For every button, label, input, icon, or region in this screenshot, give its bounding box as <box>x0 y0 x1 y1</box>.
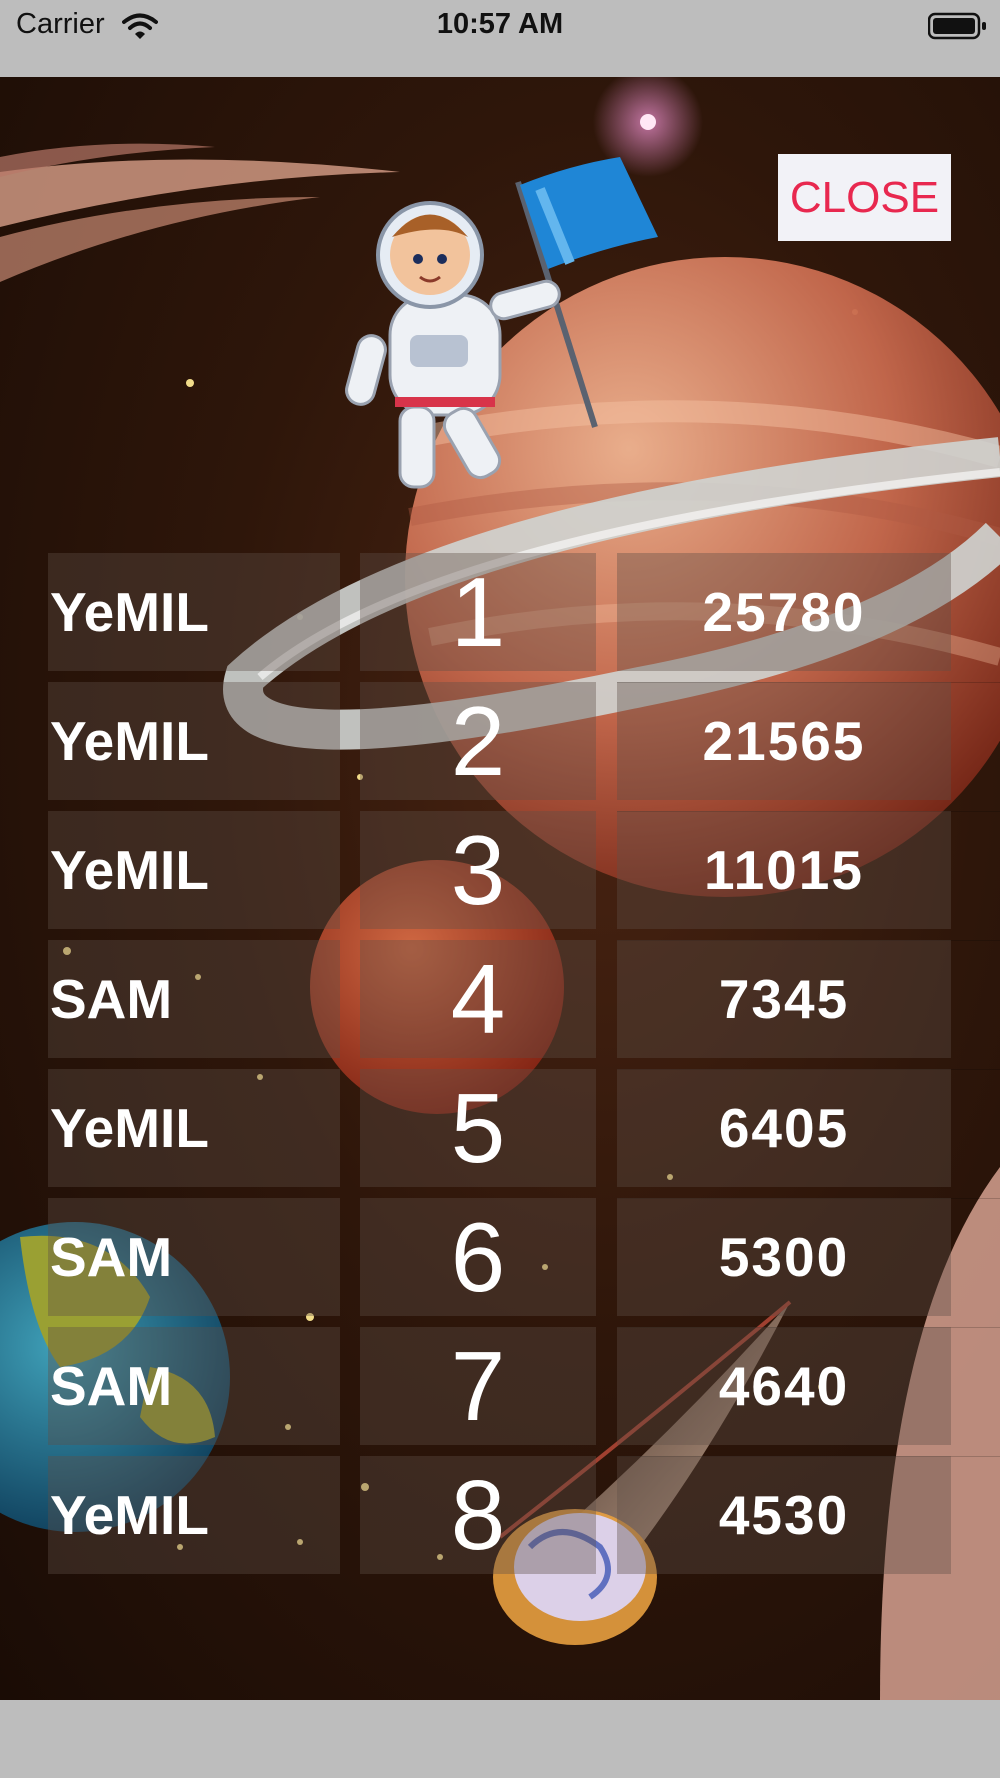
battery-icon <box>928 12 986 40</box>
player-rank: 1 <box>360 553 596 671</box>
clock: 10:57 AM <box>436 8 564 40</box>
player-name: YeMIL <box>48 553 340 671</box>
player-name: SAM <box>48 1198 340 1316</box>
player-score: 7345 <box>617 940 951 1058</box>
leaderboard-row: SAM 6 5300 <box>0 1198 1000 1316</box>
leaderboard-row: YeMIL 1 25780 <box>0 553 1000 671</box>
bottom-bar <box>0 1700 1000 1778</box>
status-bar: Carrier 10:57 AM <box>0 0 1000 77</box>
player-score: 25780 <box>617 553 951 671</box>
leaderboard-row: YeMIL 8 4530 <box>0 1456 1000 1574</box>
player-score: 11015 <box>617 811 951 929</box>
leaderboard-row: SAM 7 4640 <box>0 1327 1000 1445</box>
player-score: 6405 <box>617 1069 951 1187</box>
player-rank: 4 <box>360 940 596 1058</box>
player-name: YeMIL <box>48 811 340 929</box>
leaderboard-row: YeMIL 2 21565 <box>0 682 1000 800</box>
player-rank: 5 <box>360 1069 596 1187</box>
player-score: 4530 <box>617 1456 951 1574</box>
player-name: YeMIL <box>48 1456 340 1574</box>
player-score: 5300 <box>617 1198 951 1316</box>
player-rank: 3 <box>360 811 596 929</box>
player-rank: 6 <box>360 1198 596 1316</box>
leaderboard-row: SAM 4 7345 <box>0 940 1000 1058</box>
player-rank: 8 <box>360 1456 596 1574</box>
player-score: 4640 <box>617 1327 951 1445</box>
player-rank: 2 <box>360 682 596 800</box>
player-name: SAM <box>48 940 340 1058</box>
player-name: YeMIL <box>48 1069 340 1187</box>
player-rank: 7 <box>360 1327 596 1445</box>
player-name: YeMIL <box>48 682 340 800</box>
leaderboard-row: YeMIL 5 6405 <box>0 1069 1000 1187</box>
leaderboard-screen: CLOSE YeMIL 1 25780 YeMIL 2 21565 YeMIL … <box>0 77 1000 1700</box>
player-name: SAM <box>48 1327 340 1445</box>
player-score: 21565 <box>617 682 951 800</box>
leaderboard-row: YeMIL 3 11015 <box>0 811 1000 929</box>
close-button[interactable]: CLOSE <box>778 154 951 241</box>
